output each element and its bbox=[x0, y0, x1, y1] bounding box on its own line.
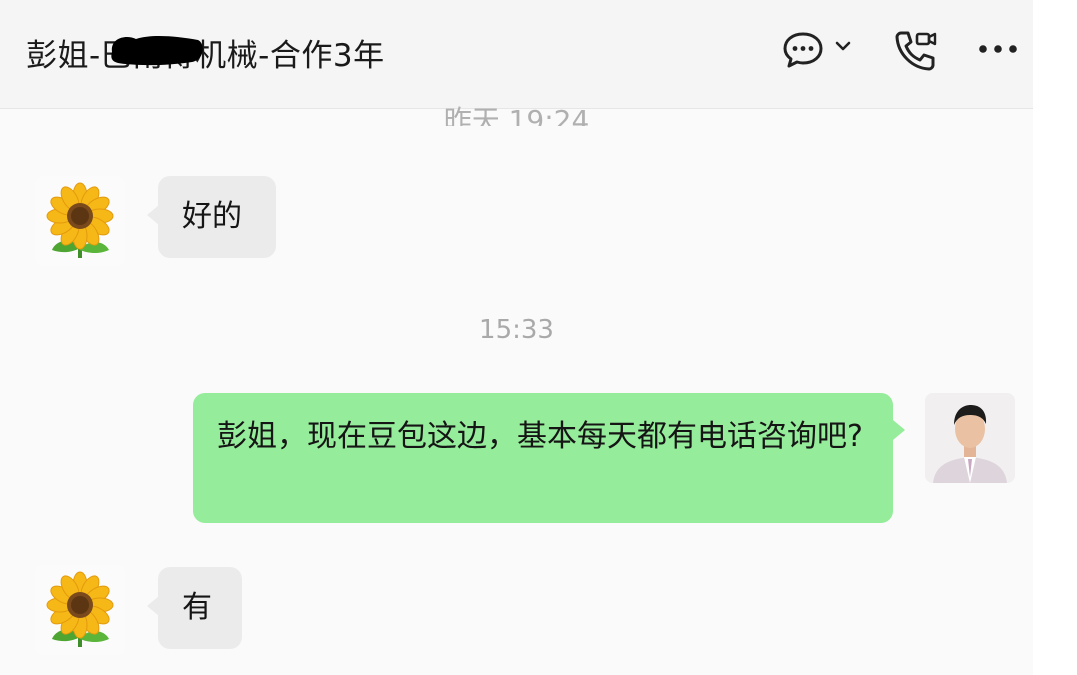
chat-bubble-icon[interactable] bbox=[782, 31, 824, 69]
message-bubble-outgoing[interactable]: 彭姐，现在豆包这边，基本每天都有电话咨询吧? bbox=[193, 393, 893, 523]
message-text: 彭姐，现在豆包这边，基本每天都有电话咨询吧? bbox=[217, 419, 863, 454]
redaction-mark bbox=[111, 36, 203, 66]
bubble-tail bbox=[893, 420, 905, 440]
person-photo-icon bbox=[925, 393, 1015, 483]
chevron-down-icon[interactable] bbox=[835, 40, 851, 52]
phone-video-icon[interactable] bbox=[892, 29, 940, 71]
timestamp-yesterday: 昨天 19:24 bbox=[443, 104, 590, 126]
right-edge-panel bbox=[1033, 0, 1077, 675]
timestamp-today: 15:33 bbox=[479, 315, 554, 345]
user-photo-avatar[interactable] bbox=[925, 393, 1015, 483]
sunflower-avatar[interactable] bbox=[35, 176, 125, 266]
message-text: 有 bbox=[182, 590, 212, 625]
sunflower-avatar[interactable] bbox=[35, 565, 125, 655]
more-icon[interactable] bbox=[978, 44, 1018, 54]
message-bubble-incoming[interactable]: 有 bbox=[158, 567, 242, 649]
sunflower-icon bbox=[35, 176, 125, 266]
sunflower-icon bbox=[35, 565, 125, 655]
message-bubble-incoming[interactable]: 好的 bbox=[158, 176, 276, 258]
chat-header: 彭姐-巴南博机械-合作3年 bbox=[0, 0, 1033, 109]
message-text: 好的 bbox=[182, 199, 242, 234]
